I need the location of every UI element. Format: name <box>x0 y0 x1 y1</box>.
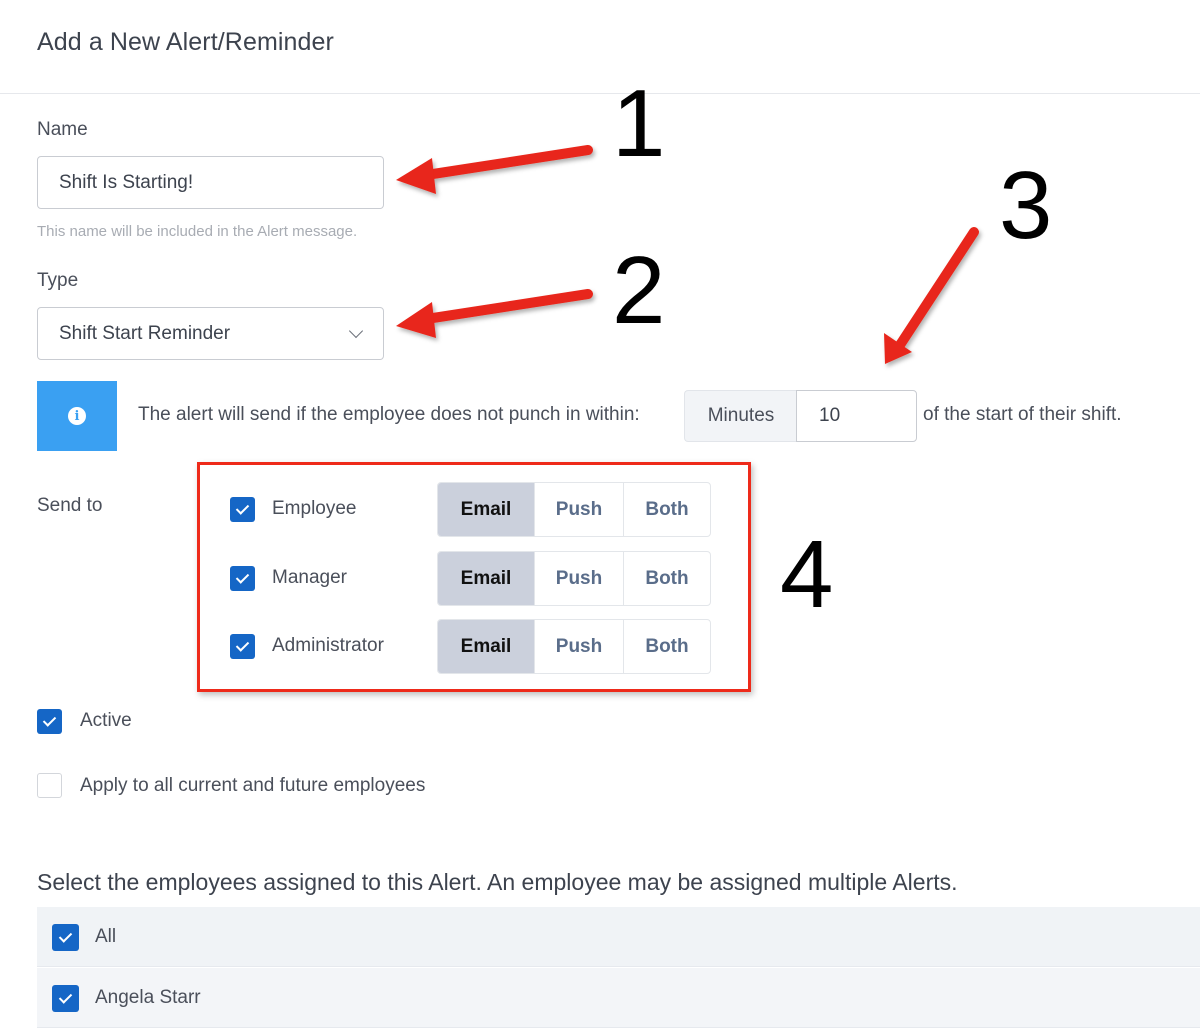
active-label: Active <box>80 710 132 731</box>
employee-name: Angela Starr <box>95 987 201 1008</box>
name-label: Name <box>37 119 88 140</box>
employee-list-item[interactable]: Angela Starr <box>37 968 1200 1028</box>
info-icon: i <box>68 407 86 425</box>
annotation-arrowhead-3 <box>884 333 912 364</box>
minutes-input[interactable]: 10 <box>796 390 917 442</box>
minutes-addon: Minutes <box>684 390 797 442</box>
annotation-number-2: 2 <box>612 237 666 344</box>
info-text: The alert will send if the employee does… <box>138 404 640 425</box>
active-checkbox[interactable] <box>37 709 62 734</box>
check-icon <box>58 929 73 943</box>
check-icon <box>42 713 57 727</box>
type-select-value: Shift Start Reminder <box>59 322 231 344</box>
apply-all-checkbox[interactable] <box>37 773 62 798</box>
annotation-number-4: 4 <box>780 521 834 628</box>
annotation-arrowhead-2 <box>396 302 436 338</box>
chevron-down-icon <box>348 323 364 339</box>
check-icon <box>58 990 73 1004</box>
employee-name: All <box>95 926 117 947</box>
info-tail-text: of the start of their shift. <box>923 404 1122 425</box>
annotation-highlight-box <box>197 462 751 692</box>
employees-heading: Select the employees assigned to this Al… <box>37 869 958 895</box>
type-label: Type <box>37 270 79 291</box>
header-divider <box>0 93 1200 94</box>
send-to-label: Send to <box>37 495 103 516</box>
info-banner: i <box>37 381 117 451</box>
annotation-arrow-1 <box>415 145 593 181</box>
annotation-arrowhead-1 <box>396 158 436 194</box>
employee-list-item[interactable]: All <box>37 907 1200 967</box>
apply-all-label: Apply to all current and future employee… <box>80 775 426 796</box>
type-select[interactable]: Shift Start Reminder <box>37 307 384 360</box>
annotation-number-1: 1 <box>612 70 666 177</box>
employee-all-checkbox[interactable] <box>52 924 79 951</box>
annotation-arrow-2 <box>415 289 593 325</box>
employee-angela-checkbox[interactable] <box>52 985 79 1012</box>
name-hint: This name will be included in the Alert … <box>37 223 358 240</box>
minutes-input-value: 10 <box>819 405 841 426</box>
annotation-arrow-3 <box>895 227 979 350</box>
annotation-number-3: 3 <box>999 152 1053 259</box>
name-input-value: Shift Is Starting! <box>59 171 194 193</box>
name-input[interactable]: Shift Is Starting! <box>37 156 384 209</box>
page-title: Add a New Alert/Reminder <box>37 28 334 56</box>
